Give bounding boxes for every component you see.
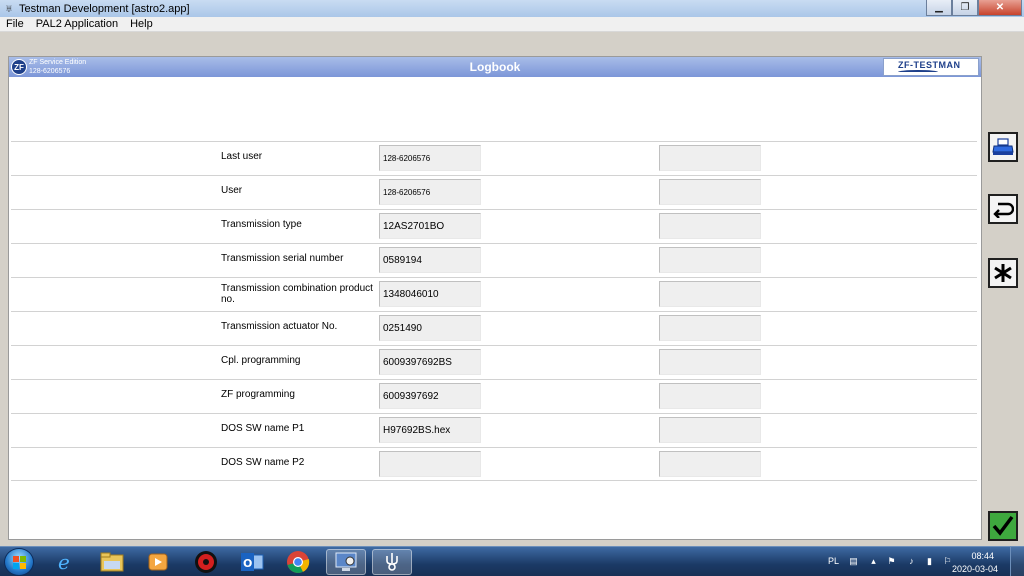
table-row: ZF programming 6009397692: [11, 379, 977, 413]
row-label: DOS SW name P2: [221, 457, 305, 468]
row-label: Transmission actuator No.: [221, 321, 338, 332]
print-icon: [992, 138, 1014, 155]
maximize-button[interactable]: ❐: [952, 0, 978, 16]
arrow-up-icon[interactable]: ▴: [868, 556, 879, 567]
menu-file[interactable]: File: [0, 18, 30, 30]
value-field: 6009397692BS: [379, 349, 481, 375]
secondary-value-field: [659, 315, 761, 341]
windows-logo-icon: [13, 556, 26, 569]
remote-app-button[interactable]: [326, 549, 366, 575]
network-icon[interactable]: ▤: [848, 556, 859, 567]
record-icon: [195, 551, 217, 573]
secondary-value-field: [659, 179, 761, 205]
brand-name: ZF-TESTMAN: [898, 60, 961, 70]
language-indicator[interactable]: PL: [828, 556, 839, 566]
page-title: Logbook: [469, 60, 521, 74]
logbook-rows: Last user 128-6206576 User 128-6206576 T…: [11, 141, 977, 481]
outlook-icon: O: [241, 553, 264, 571]
secondary-value-field: [659, 349, 761, 375]
confirm-button[interactable]: [988, 511, 1018, 541]
panel-header: ZF ZF Service Edition 128-6206576 Logboo…: [9, 57, 981, 77]
asterisk-button[interactable]: [988, 258, 1018, 288]
table-row: Last user 128-6206576: [11, 141, 977, 175]
secondary-value-field: [659, 383, 761, 409]
clock-date[interactable]: 2020-03-04: [952, 564, 998, 574]
internet-explorer-icon: e: [58, 551, 70, 573]
show-desktop-button[interactable]: [1010, 547, 1024, 576]
value-field: 128-6206576: [379, 145, 481, 171]
start-button[interactable]: [4, 548, 34, 576]
secondary-value-field: [659, 247, 761, 273]
minimize-button[interactable]: ▁: [926, 0, 952, 16]
testman-icon: [386, 553, 398, 571]
table-row: Transmission serial number 0589194: [11, 243, 977, 277]
file-explorer-icon: [100, 552, 124, 572]
checkmark-icon: [992, 515, 1014, 536]
row-label: Transmission serial number: [221, 253, 344, 264]
secondary-value-field: [659, 417, 761, 443]
row-label: Transmission type: [221, 219, 302, 230]
menu-bar: File PAL2 Application Help: [0, 17, 1024, 32]
back-icon: [993, 202, 1014, 218]
internet-explorer-button[interactable]: e: [46, 549, 86, 575]
window-controls: ▁ ❐ ✕: [926, 0, 1022, 16]
menu-help[interactable]: Help: [124, 18, 159, 30]
remote-app-icon: [335, 552, 357, 571]
action-center-icon[interactable]: ⚑: [886, 556, 897, 567]
secondary-value-field: [659, 281, 761, 307]
svg-text:e: e: [58, 551, 70, 573]
value-field: 0251490: [379, 315, 481, 341]
svg-text:O: O: [243, 557, 252, 570]
secondary-value-field: [659, 145, 761, 171]
record-app-button[interactable]: [186, 549, 226, 575]
table-row: DOS SW name P2: [11, 447, 977, 481]
window-title-bar: ♅ Testman Development [astro2.app] ▁ ❐ ✕: [0, 0, 1024, 17]
table-row: Cpl. programming 6009397692BS: [11, 345, 977, 379]
value-field: 6009397692: [379, 383, 481, 409]
app-icon: ♅: [4, 2, 14, 15]
table-row: User 128-6206576: [11, 175, 977, 209]
row-label: Last user: [221, 151, 263, 162]
media-player-icon: [148, 553, 168, 571]
table-row: Transmission type 12AS2701BO: [11, 209, 977, 243]
back-button[interactable]: [988, 194, 1018, 224]
table-row: Transmission actuator No. 0251490: [11, 311, 977, 345]
media-player-button[interactable]: [138, 549, 178, 575]
print-button[interactable]: [988, 132, 1018, 162]
row-label: ZF programming: [221, 389, 295, 400]
row-label: Cpl. programming: [221, 355, 301, 366]
secondary-value-field: [659, 451, 761, 477]
volume-icon[interactable]: ♪: [906, 556, 917, 567]
value-field: H97692BS.hex: [379, 417, 481, 443]
value-field: 1348046010: [379, 281, 481, 307]
menu-pal2-application[interactable]: PAL2 Application: [30, 18, 124, 30]
value-field: 128-6206576: [379, 179, 481, 205]
logbook-panel: ZF ZF Service Edition 128-6206576 Logboo…: [8, 56, 982, 540]
value-field: 12AS2701BO: [379, 213, 481, 239]
row-label: DOS SW name P1: [221, 423, 305, 434]
testman-app-button[interactable]: [372, 549, 412, 575]
close-button[interactable]: ✕: [978, 0, 1022, 16]
table-row: Transmission combination product no. 134…: [11, 277, 977, 311]
file-explorer-button[interactable]: [92, 549, 132, 575]
clock-time[interactable]: 08:44: [971, 551, 994, 561]
value-field: [379, 451, 481, 477]
asterisk-icon: [994, 264, 1012, 282]
signal-icon[interactable]: ▮: [924, 556, 935, 567]
system-tray: PL ▤ ▴ ⚑ ♪ ▮ ⚐ 08:44 2020-03-04: [814, 547, 1024, 576]
row-label: User: [221, 185, 243, 196]
taskbar: e O PL ▤ ▴ ⚑ ♪ ▮ ⚐ 08:44 2020-03-04: [0, 546, 1024, 576]
window-title: Testman Development [astro2.app]: [19, 2, 190, 15]
table-row: DOS SW name P1 H97692BS.hex: [11, 413, 977, 447]
brand-swoosh-icon: [898, 70, 938, 74]
outlook-button[interactable]: O: [232, 549, 272, 575]
row-label: Transmission combination product no.: [221, 283, 373, 305]
brand-logo: ZF-TESTMAN: [883, 58, 979, 76]
chrome-icon: [287, 551, 310, 573]
secondary-value-field: [659, 213, 761, 239]
chrome-button[interactable]: [278, 549, 318, 575]
value-field: 0589194: [379, 247, 481, 273]
